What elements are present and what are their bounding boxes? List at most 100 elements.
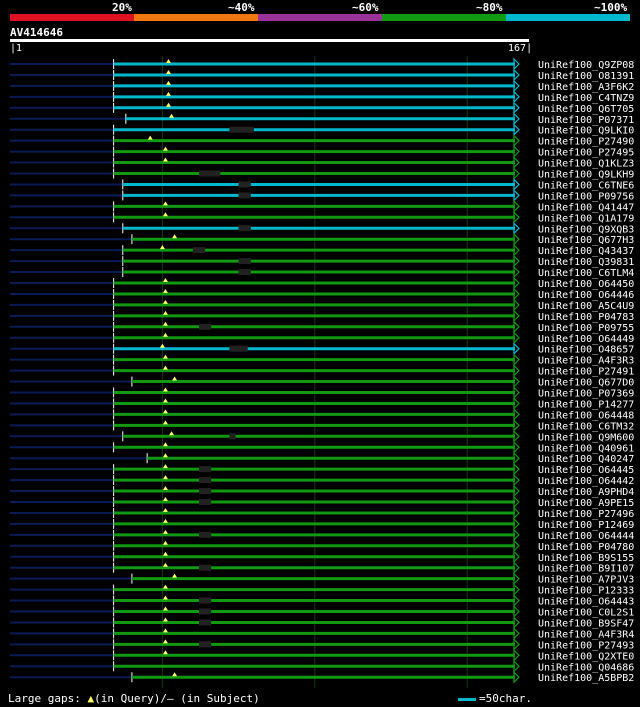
hit-label: UniRef100_B9I107 — [538, 564, 634, 575]
hit-gap-block — [198, 597, 212, 604]
gap-marker — [162, 321, 168, 326]
gap-marker — [162, 475, 168, 480]
hit-gap-block — [229, 126, 254, 133]
hit-gap-block — [238, 225, 251, 232]
hit-gap-block — [238, 192, 251, 199]
hit-label: UniRef100_O64450 — [538, 279, 634, 290]
gap-marker — [162, 486, 168, 491]
hit-label: UniRef100_P14277 — [538, 399, 634, 410]
gap-marker — [162, 595, 168, 600]
hit-label: UniRef100_P07371 — [538, 115, 634, 126]
hit-label: UniRef100_O64448 — [538, 410, 634, 421]
gap-marker — [169, 113, 175, 118]
alignment-plot: UniRef100_Q9ZP08UniRef100_O81391UniRef10… — [10, 56, 634, 688]
gap-marker — [162, 628, 168, 633]
gap-marker — [162, 540, 168, 545]
hit-gap-block — [198, 564, 212, 571]
gap-marker — [172, 672, 178, 677]
legend-label-20: 20% — [112, 1, 132, 14]
hit-label: UniRef100_P04780 — [538, 542, 634, 553]
hit-label: UniRef100_O64446 — [538, 290, 634, 301]
in-query-label: (in Query)/ — [94, 692, 167, 705]
hit-label: UniRef100_A9PE15 — [538, 498, 634, 509]
gap-marker — [162, 507, 168, 512]
hit-gap-block — [229, 345, 248, 352]
gap-marker — [162, 365, 168, 370]
gap-marker — [165, 80, 171, 85]
hit-label: UniRef100_Q40961 — [538, 443, 634, 454]
gap-marker — [162, 453, 168, 458]
gap-marker — [172, 234, 178, 239]
hit-gap-block — [238, 269, 251, 276]
gap-marker — [169, 431, 175, 436]
hit-gap-block — [198, 477, 212, 484]
hit-gap-block — [198, 608, 212, 615]
hit-gap-block — [198, 323, 212, 330]
hit-label: UniRef100_O64443 — [538, 597, 634, 608]
gap-marker — [162, 584, 168, 589]
hit-label: UniRef100_Q6T705 — [538, 104, 634, 115]
color-band-red — [10, 14, 134, 21]
gap-marker — [162, 288, 168, 293]
hit-label: UniRef100_B9S155 — [538, 553, 634, 564]
hit-label: UniRef100_Q2XTE0 — [538, 651, 634, 662]
hit-label: UniRef100_O64449 — [538, 334, 634, 345]
gap-marker — [165, 102, 171, 107]
gap-marker — [172, 376, 178, 381]
gap-marker — [165, 59, 171, 63]
gap-marker — [165, 91, 171, 96]
gap-marker — [162, 299, 168, 304]
hit-label: UniRef100_C6TLM4 — [538, 268, 634, 279]
hit-label: UniRef100_A4F3R3 — [538, 356, 634, 367]
hit-label: UniRef100_Q9LKH9 — [538, 170, 634, 181]
hit-gap-block — [238, 258, 251, 265]
hit-label: UniRef100_A9PHD4 — [538, 487, 634, 498]
hit-label: UniRef100_C6TNE6 — [538, 180, 634, 191]
query-bar — [10, 39, 529, 42]
hit-label: UniRef100_B9SF47 — [538, 618, 634, 629]
hit-label: UniRef100_A7PJV3 — [538, 575, 634, 586]
gap-marker — [162, 551, 168, 556]
gap-marker — [172, 573, 178, 578]
color-band-orange — [134, 14, 258, 21]
hit-label: UniRef100_A5BPB2 — [538, 673, 634, 684]
hit-gap-block — [198, 499, 212, 505]
hit-label: UniRef100_P27493 — [538, 640, 634, 651]
gap-marker — [162, 420, 168, 425]
hit-label: UniRef100_Q9XQB3 — [538, 224, 634, 235]
gap-marker — [162, 278, 168, 282]
gap-marker — [162, 310, 168, 315]
gap-marker — [162, 529, 168, 534]
gap-marker — [162, 354, 168, 359]
hit-label: UniRef100_P27490 — [538, 137, 634, 148]
legend-label-100: ~100% — [594, 1, 628, 14]
hit-gap-block — [198, 170, 221, 177]
hit-label: UniRef100_P09755 — [538, 323, 634, 334]
hit-label: UniRef100_Q9LKI0 — [538, 126, 634, 137]
hit-label: UniRef100_O64444 — [538, 531, 634, 542]
hit-label: UniRef100_P04783 — [538, 312, 634, 323]
hit-label: UniRef100_C0L2S1 — [538, 608, 634, 619]
hit-gap-block — [238, 181, 251, 188]
hit-label: UniRef100_O64442 — [538, 476, 634, 487]
hit-label: UniRef100_Q41447 — [538, 202, 634, 213]
gap-marker — [162, 464, 168, 469]
hit-label: UniRef100_C4TNZ9 — [538, 93, 634, 104]
gap-marker — [162, 398, 168, 403]
gap-dash-icon: – — [166, 692, 174, 705]
hit-label: UniRef100_P12333 — [538, 586, 634, 597]
gap-marker — [162, 562, 168, 567]
hit-label: UniRef100_C6TM32 — [538, 421, 634, 432]
hit-label: UniRef100_A5C4U9 — [538, 301, 634, 312]
hit-label: UniRef100_A4F3R4 — [538, 629, 634, 640]
hit-gap-block — [198, 641, 212, 648]
scale-label: =50char. — [479, 692, 532, 705]
hit-label: UniRef100_P12469 — [538, 520, 634, 531]
hit-label: UniRef100_A3F6K2 — [538, 82, 634, 93]
color-band-cyan — [506, 14, 630, 21]
hit-gap-block — [198, 531, 212, 538]
hit-label: UniRef100_O81391 — [538, 71, 634, 82]
gap-marker — [162, 617, 168, 622]
hit-label: UniRef100_P09756 — [538, 191, 634, 202]
gap-marker — [162, 201, 168, 206]
